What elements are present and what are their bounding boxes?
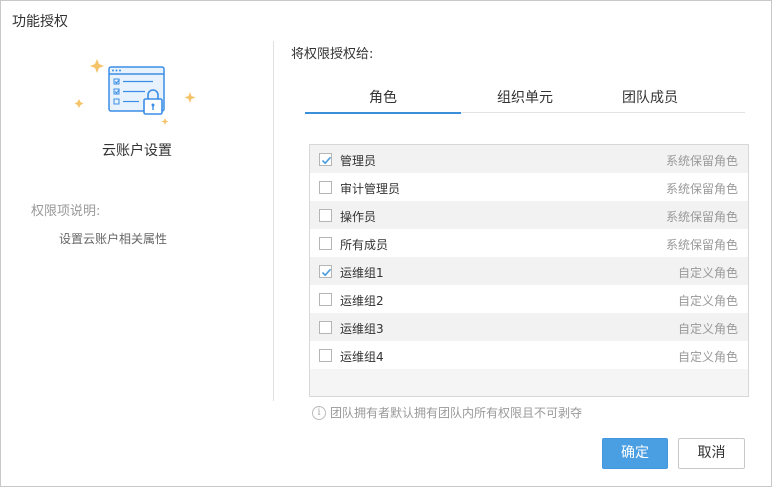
confirm-button[interactable]: 确定: [602, 438, 668, 469]
grant-tabs: 角色 组织单元 团队成员: [305, 87, 745, 114]
role-checkbox[interactable]: [319, 265, 332, 278]
role-checkbox[interactable]: [319, 321, 332, 334]
role-type: 自定义角色: [677, 294, 738, 308]
role-checkbox[interactable]: [319, 209, 332, 222]
role-checkbox[interactable]: [319, 349, 332, 362]
owner-note-text: 团队拥有者默认拥有团队内所有权限且不可剥夺: [330, 406, 583, 420]
left-panel: 云账户设置 权限项说明: 设置云账户相关属性: [1, 41, 273, 401]
role-checkbox[interactable]: [319, 293, 332, 306]
role-type: 系统保留角色: [665, 154, 738, 168]
permission-desc-text: 设置云账户相关属性: [59, 232, 168, 246]
role-type: 自定义角色: [677, 322, 738, 336]
dialog-title: 功能授权: [12, 14, 68, 30]
settings-lock-icon: [73, 49, 203, 129]
role-row[interactable]: 操作员 系统保留角色: [310, 201, 748, 229]
role-name: 管理员: [340, 154, 377, 168]
role-name: 审计管理员: [340, 182, 401, 196]
check-icon: [321, 156, 332, 165]
role-type: 系统保留角色: [665, 210, 738, 224]
info-icon: i: [312, 405, 326, 420]
owner-note: i 团队拥有者默认拥有团队内所有权限且不可剥夺: [312, 404, 582, 421]
role-row[interactable]: 所有成员 系统保留角色: [310, 229, 748, 257]
role-row[interactable]: 运维组4 自定义角色: [310, 341, 748, 369]
role-type: 系统保留角色: [665, 238, 738, 252]
role-row[interactable]: 管理员 系统保留角色: [310, 145, 748, 173]
role-name: 运维组2: [340, 294, 384, 308]
grant-to-label: 将权限授权给:: [291, 47, 374, 62]
permission-desc-title: 权限项说明:: [31, 204, 101, 219]
role-type: 自定义角色: [677, 350, 738, 364]
tab-team-members[interactable]: 团队成员: [572, 87, 728, 113]
role-row[interactable]: 运维组1 自定义角色: [310, 257, 748, 285]
role-type: 系统保留角色: [665, 182, 738, 196]
role-name: 操作员: [340, 210, 377, 224]
role-name: 运维组4: [340, 350, 384, 364]
role-row[interactable]: 审计管理员 系统保留角色: [310, 173, 748, 201]
role-list: 管理员 系统保留角色 审计管理员 系统保留角色 操作员 系统保留角色 所有成员 系统保留角色运…: [309, 144, 749, 397]
setting-name: 云账户设置: [102, 143, 172, 159]
role-type: 自定义角色: [677, 266, 738, 280]
role-row[interactable]: 运维组2 自定义角色: [310, 285, 748, 313]
role-checkbox[interactable]: [319, 181, 332, 194]
cancel-button[interactable]: 取消: [678, 438, 745, 469]
role-checkbox[interactable]: [319, 153, 332, 166]
auth-dialog: 功能授权 云账户设置 权限项说明: 设置云账户相关属性 将权限授权给: 角色 组…: [0, 0, 772, 487]
role-name: 运维组3: [340, 322, 384, 336]
panel-divider: [273, 41, 274, 401]
role-row[interactable]: 运维组3 自定义角色: [310, 313, 748, 341]
check-icon: [321, 268, 332, 277]
role-name: 运维组1: [340, 266, 384, 280]
tab-roles[interactable]: 角色: [305, 87, 461, 114]
role-name: 所有成员: [340, 238, 389, 252]
role-checkbox[interactable]: [319, 237, 332, 250]
